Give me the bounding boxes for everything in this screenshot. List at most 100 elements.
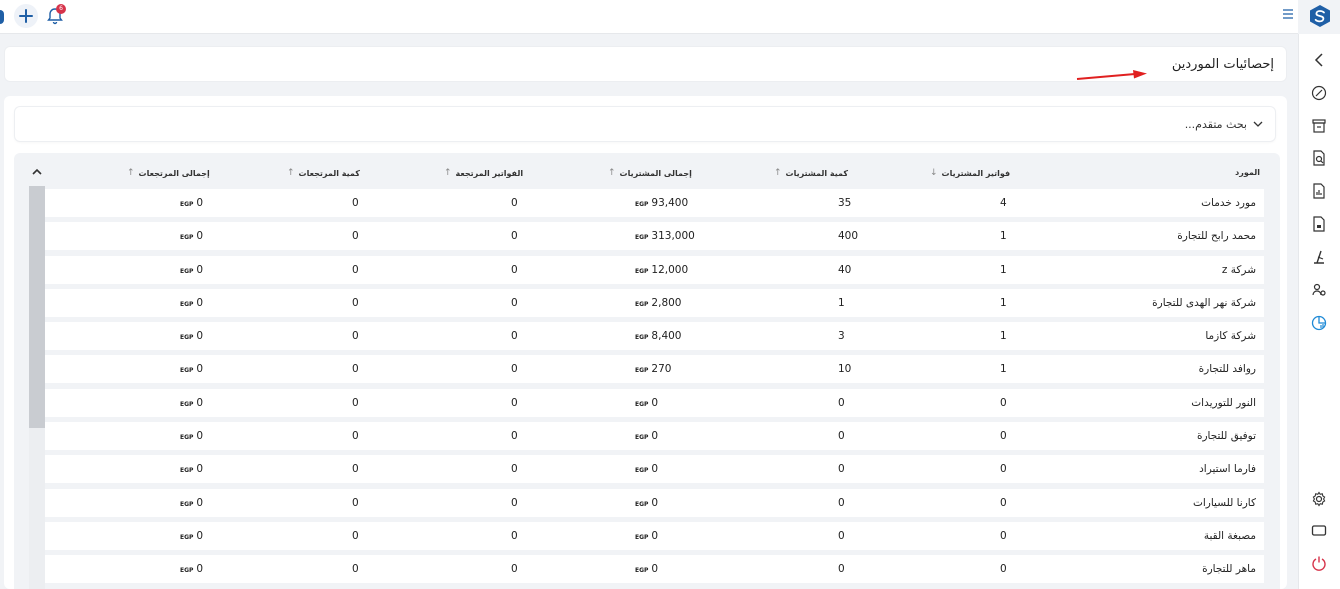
cell-value: 0 (196, 197, 204, 209)
cell-value: مورد خدمات (1201, 197, 1256, 209)
header-purchase-qty[interactable]: كمية المشتريات ↑ (774, 168, 848, 178)
purchase-invoices-cell: 0 (1000, 563, 1007, 575)
purchase-total-cell: EGP 12,000 (635, 264, 688, 276)
sidebar-item-display[interactable] (1310, 522, 1328, 540)
currency-label: EGP (635, 467, 649, 475)
scrollbar-thumb[interactable] (29, 186, 45, 428)
pie-chart-icon (1311, 315, 1327, 331)
table-row[interactable]: فارما استيراد 0 0 EGP 0 0 0 EGP 0 (45, 455, 1264, 484)
table-row[interactable]: النور للتوريدات 0 0 EGP 0 0 0 EGP 0 (45, 388, 1264, 417)
document-search-icon (1313, 150, 1325, 166)
sort-asc-icon: ↑ (444, 168, 452, 178)
returned-invoices-cell: 0 (511, 330, 518, 342)
header-purchase-total[interactable]: إجمالى المشتريات ↑ (608, 168, 692, 178)
supplier-cell: النور للتوريدات (1191, 397, 1256, 409)
table-row[interactable]: مصبغة القبة 0 0 EGP 0 0 0 EGP 0 (45, 521, 1264, 550)
purchase-total-cell: EGP 313,000 (635, 230, 695, 242)
purchase-total-cell: EGP 2,800 (635, 297, 681, 309)
cell-value: 0 (1000, 396, 1007, 409)
table-row[interactable]: شركة z 1 40 EGP 12,000 0 0 EGP 0 (45, 255, 1264, 284)
file-lock-icon (1313, 216, 1325, 232)
page-title: إحصائيات الموردين (1171, 57, 1274, 72)
table-row[interactable]: توفيق للتجارة 0 0 EGP 0 0 0 EGP 0 (45, 422, 1264, 451)
sidebar-item-dashboard[interactable] (1310, 84, 1328, 102)
cell-value: 0 (838, 496, 845, 509)
user-avatar[interactable] (0, 10, 4, 24)
menu-icon[interactable] (1282, 8, 1296, 22)
collapse-sidebar-button[interactable] (1310, 51, 1328, 69)
table-row[interactable]: شركة كازما 1 3 EGP 8,400 0 0 EGP 0 (45, 322, 1264, 351)
returned-invoices-cell: 0 (511, 363, 518, 375)
shovel-icon (1314, 250, 1324, 264)
sidebar-item-search-docs[interactable] (1310, 149, 1328, 167)
currency-label: EGP (635, 267, 649, 275)
users-settings-icon (1312, 283, 1326, 296)
table-row[interactable]: مورد خدمات 4 35 EGP 93,400 0 0 EGP 0 (45, 189, 1264, 217)
table-row[interactable]: شركة نهر الهدى للتجارة 1 1 EGP 2,800 0 0 EGP 0 (45, 288, 1264, 317)
cell-value: 8,400 (651, 330, 682, 343)
header-returned-qty[interactable]: كمية المرتجعات ↑ (287, 168, 360, 178)
purchase-qty-cell: 400 (838, 230, 858, 242)
cell-value: مصبغة القبة (1203, 529, 1256, 542)
returned-total-cell: EGP 0 (180, 497, 203, 509)
sidebar-item-statistics[interactable] (1310, 314, 1328, 332)
purchase-total-cell: EGP 0 (635, 463, 658, 475)
table-row[interactable]: محمد رابح للتجارة 1 400 EGP 313,000 0 0 EGP 0 (45, 222, 1264, 251)
power-icon (1312, 556, 1326, 571)
header-returned-total[interactable]: إجمالى المرتجعات ↑ (127, 168, 210, 178)
header-returned-invoices[interactable]: الفواتير المرتجعة ↑ (444, 168, 523, 178)
returned-qty-cell: 0 (352, 497, 359, 509)
returned-qty-cell: 0 (352, 264, 359, 276)
gauge-icon (1311, 85, 1327, 101)
purchase-qty-cell: 0 (838, 463, 845, 475)
currency-label: EGP (180, 533, 194, 541)
cell-value: 0 (651, 563, 659, 576)
purchase-qty-cell: 3 (838, 330, 845, 342)
cell-value: 1 (1000, 263, 1007, 276)
cell-value: 400 (838, 230, 859, 243)
sidebar-item-payroll[interactable] (1310, 248, 1328, 266)
cell-value: 0 (511, 430, 518, 443)
sort-desc-icon: ↓ (930, 168, 938, 178)
cell-value: محمد رابح للتجارة (1177, 230, 1256, 243)
table-row[interactable]: روافد للتجارة 1 10 EGP 270 0 0 EGP 0 (45, 355, 1264, 384)
cell-value: 93,400 (651, 197, 689, 209)
supplier-cell: توفيق للتجارة (1197, 430, 1256, 442)
cell-value: 0 (838, 563, 845, 576)
table-body: مورد خدمات 4 35 EGP 93,400 0 0 EGP 0 محمد رابح لل… (45, 189, 1264, 589)
cell-value: 0 (1000, 430, 1007, 443)
cell-value: 0 (352, 263, 359, 276)
currency-label: EGP (180, 201, 194, 208)
sidebar-item-users[interactable] (1310, 281, 1328, 299)
returned-total-cell: EGP 0 (180, 463, 203, 475)
currency-label: EGP (635, 434, 649, 442)
currency-label: EGP (635, 567, 649, 575)
header-supplier[interactable]: المورد (1235, 168, 1260, 177)
purchase-total-cell: EGP 0 (635, 530, 658, 542)
sidebar-item-settings[interactable] (1310, 490, 1328, 508)
logout-button[interactable] (1310, 554, 1328, 572)
sort-asc-icon: ↑ (608, 168, 616, 178)
table-row[interactable]: ماهر للتجارة 0 0 EGP 0 0 0 EGP 0 (45, 555, 1264, 584)
header-purchase-invoices[interactable]: فواتير المشتريات ↓ (930, 168, 1010, 178)
returned-qty-cell: 0 (352, 563, 359, 575)
sidebar-item-reports[interactable] (1310, 182, 1328, 200)
chevron-up-icon[interactable] (32, 167, 42, 178)
purchase-qty-cell: 0 (838, 430, 845, 442)
returned-invoices-cell: 0 (511, 297, 518, 309)
table-row[interactable]: كارنا للسيارات 0 0 EGP 0 0 0 EGP 0 (45, 488, 1264, 517)
cell-value: 1 (1000, 230, 1007, 243)
advanced-search-toggle[interactable]: بحث متقدم... (14, 106, 1276, 142)
purchase-invoices-cell: 0 (1000, 463, 1007, 475)
sidebar-item-invoices[interactable] (1310, 215, 1328, 233)
sidebar-item-store[interactable] (1310, 117, 1328, 135)
purchase-invoices-cell: 0 (1000, 397, 1007, 409)
returned-total-cell: EGP 0 (180, 297, 203, 309)
app-logo-icon[interactable] (1308, 4, 1332, 28)
supplier-cell: محمد رابح للتجارة (1177, 230, 1256, 242)
suppliers-table: المورد فواتير المشتريات ↓ كمية المشتريات ↑… (14, 153, 1280, 589)
currency-label: EGP (180, 367, 194, 375)
returned-total-cell: EGP 0 (180, 563, 203, 575)
add-button[interactable] (14, 4, 38, 28)
cell-value: 1 (1000, 330, 1007, 343)
